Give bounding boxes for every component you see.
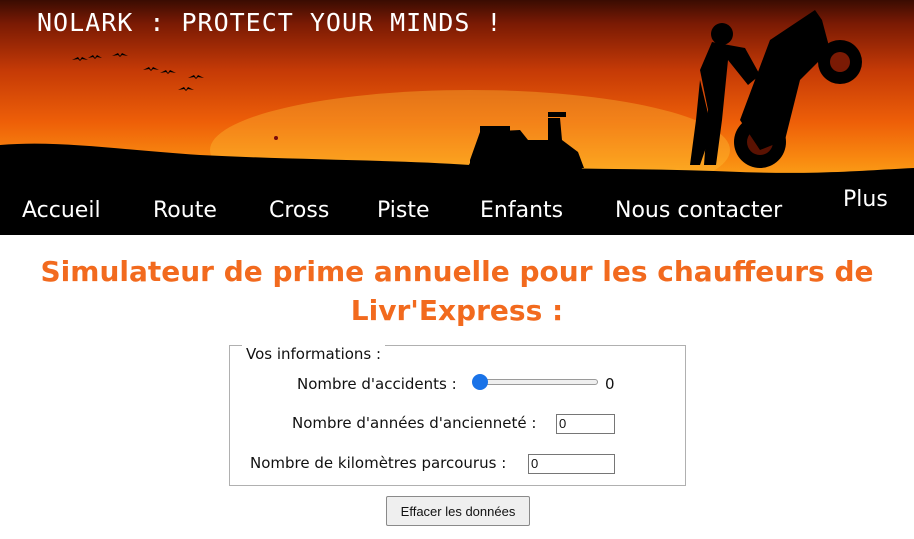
nav-item-cross[interactable]: Cross (269, 198, 329, 223)
birds-icon (72, 53, 204, 91)
reset-button[interactable]: Effacer les données (386, 496, 530, 526)
nav-item-accueil[interactable]: Accueil (22, 198, 101, 223)
info-legend: Vos informations : (242, 345, 386, 363)
slider-track[interactable] (474, 379, 598, 385)
accidents-label: Nombre d'accidents : (297, 375, 457, 393)
main-nav: Accueil Route Cross Piste Enfants Nous c… (0, 185, 914, 235)
site-title[interactable]: NOLARK : PROTECT YOUR MINDS ! (37, 8, 503, 37)
accidents-slider[interactable] (471, 374, 599, 390)
nav-item-enfants[interactable]: Enfants (480, 198, 563, 223)
page-title-line2: Livr'Express : (350, 294, 564, 327)
page-title: Simulateur de prime annuelle pour les ch… (0, 252, 914, 330)
page-title-line1: Simulateur de prime annuelle pour les ch… (40, 255, 874, 288)
header-banner: NOLARK : PROTECT YOUR MINDS ! Accueil Ro… (0, 0, 914, 235)
motorbike-rider-icon (690, 10, 862, 168)
accidents-value: 0 (605, 375, 615, 393)
slider-thumb[interactable] (472, 374, 488, 390)
seniority-input[interactable]: 0 (556, 414, 615, 434)
kilometers-label: Nombre de kilomètres parcourus : (250, 454, 507, 472)
nav-item-nous-contacter[interactable]: Nous contacter (615, 198, 782, 223)
kilometers-input[interactable]: 0 (528, 454, 615, 474)
seniority-label: Nombre d'années d'ancienneté : (292, 414, 537, 432)
nav-item-plus[interactable]: Plus (843, 187, 888, 212)
nav-item-piste[interactable]: Piste (377, 198, 430, 223)
nav-item-route[interactable]: Route (153, 198, 217, 223)
